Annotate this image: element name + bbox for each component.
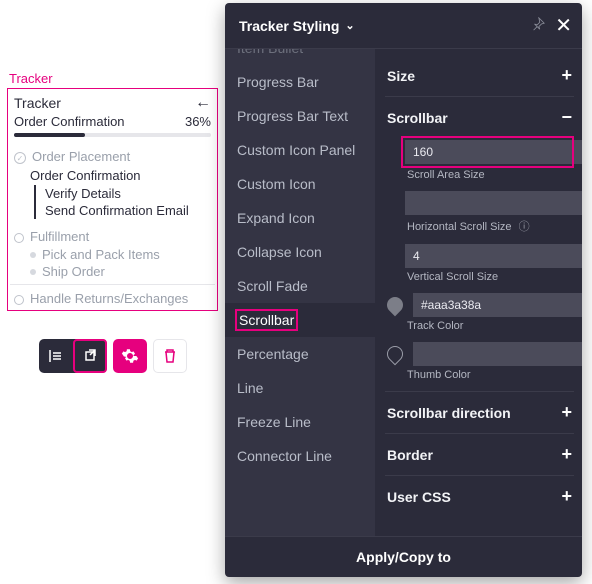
trash-icon [162, 348, 178, 364]
plus-icon: + [561, 65, 572, 86]
group-label: User CSS [387, 489, 451, 505]
cat-expand-icon[interactable]: Expand Icon [225, 201, 375, 235]
substep-verify[interactable]: Verify Details [45, 185, 215, 202]
align-icon [48, 348, 64, 364]
plus-icon: + [561, 444, 572, 465]
cat-scroll-fade[interactable]: Scroll Fade [225, 269, 375, 303]
drop-icon [384, 343, 407, 366]
group-scrollbar-direction[interactable]: Scrollbar direction + [387, 402, 572, 423]
bullet-pick-pack[interactable]: Pick and Pack Items [30, 246, 215, 263]
progress-bar [14, 133, 211, 137]
settings-button[interactable] [113, 339, 147, 373]
group-scrollbar[interactable]: Scrollbar − [387, 107, 572, 128]
group-label: Scrollbar [387, 110, 448, 126]
step-label: Fulfillment [30, 229, 89, 244]
cat-percentage[interactable]: Percentage [225, 337, 375, 371]
cat-freeze-line[interactable]: Freeze Line [225, 405, 375, 439]
drop-icon [384, 294, 407, 317]
styling-panel: Tracker Styling ⌄ ✕ Item Bullet Progress… [225, 3, 582, 577]
step-label: Order Confirmation [30, 168, 141, 183]
thumb-color-label: Thumb Color [407, 369, 572, 381]
edit-button[interactable] [73, 339, 107, 373]
cat-connector-line[interactable]: Connector Line [225, 439, 375, 473]
group-label: Scrollbar direction [387, 405, 511, 421]
step-returns[interactable]: Handle Returns/Exchanges [10, 289, 215, 308]
tracker-toolbar [7, 339, 218, 373]
group-label: Border [387, 447, 433, 463]
step-label: Order Placement [32, 149, 130, 164]
scroll-area-size-input[interactable] [405, 140, 576, 164]
progress-fill [14, 133, 85, 137]
group-user-css[interactable]: User CSS + [387, 486, 572, 507]
step-label: Handle Returns/Exchanges [30, 291, 188, 306]
chevron-down-icon: ⌄ [345, 19, 354, 32]
group-border[interactable]: Border + [387, 444, 572, 465]
back-arrow-icon[interactable]: ← [195, 94, 211, 112]
cat-collapse-icon[interactable]: Collapse Icon [225, 235, 375, 269]
vertical-scroll-label: Vertical Scroll Size [407, 271, 572, 283]
cat-item-bullet[interactable]: Item Bullet [225, 49, 375, 65]
popout-icon [82, 348, 98, 364]
unit-label: px [576, 191, 582, 215]
style-properties: Size + Scrollbar − px Scroll Area Size [375, 49, 582, 536]
tracker-percent: 36% [185, 114, 211, 129]
plus-icon: + [561, 402, 572, 423]
group-label: Size [387, 68, 415, 84]
horizontal-scroll-input[interactable] [405, 191, 576, 215]
minus-icon: − [561, 107, 572, 128]
cat-scrollbar[interactable]: Scrollbar [225, 303, 375, 337]
panel-title-text: Tracker Styling [239, 18, 339, 34]
delete-button[interactable] [153, 339, 187, 373]
unit-label: px [576, 140, 582, 164]
cat-progress-bar[interactable]: Progress Bar [225, 65, 375, 99]
step-order-placement[interactable]: ✓ Order Placement [10, 147, 215, 166]
horizontal-scroll-label: Horizontal Scroll Size ⓘ [407, 218, 572, 234]
vertical-scroll-input[interactable] [405, 244, 576, 268]
dot-icon [14, 233, 24, 243]
cat-custom-icon-panel[interactable]: Custom Icon Panel [225, 133, 375, 167]
dot-icon [14, 295, 24, 305]
track-color-input[interactable] [413, 293, 582, 317]
cat-progress-bar-text[interactable]: Progress Bar Text [225, 99, 375, 133]
tracker-subtitle: Order Confirmation [14, 114, 125, 129]
bullet-ship[interactable]: Ship Order [30, 263, 215, 280]
cat-custom-icon[interactable]: Custom Icon [225, 167, 375, 201]
tracker-preview: Tracker Tracker ← Order Confirmation 36%… [7, 71, 218, 373]
check-icon: ✓ [14, 152, 26, 164]
plus-icon: + [561, 486, 572, 507]
scroll-area-size-label: Scroll Area Size [407, 169, 572, 181]
style-category-list[interactable]: Item Bullet Progress Bar Progress Bar Te… [225, 49, 375, 536]
unit-label: px [576, 244, 582, 268]
step-order-confirmation[interactable]: Order Confirmation [10, 166, 215, 185]
tracker-card: Tracker ← Order Confirmation 36% ✓ Order… [7, 88, 218, 311]
info-icon[interactable]: ⓘ [519, 221, 530, 233]
step-fulfillment[interactable]: Fulfillment [10, 227, 215, 246]
tracker-caption: Tracker [7, 71, 218, 86]
gear-icon [121, 347, 139, 365]
panel-header: Tracker Styling ⌄ ✕ [225, 3, 582, 49]
thumb-color-input[interactable] [413, 342, 582, 366]
align-button[interactable] [39, 339, 73, 373]
apply-copy-button[interactable]: Apply/Copy to [225, 536, 582, 577]
close-icon[interactable]: ✕ [555, 13, 572, 38]
substep-email[interactable]: Send Confirmation Email [45, 202, 215, 219]
track-color-label: Track Color [407, 320, 572, 332]
pin-icon[interactable] [531, 17, 545, 34]
panel-title[interactable]: Tracker Styling ⌄ [239, 18, 355, 34]
group-size[interactable]: Size + [387, 65, 572, 86]
cat-line[interactable]: Line [225, 371, 375, 405]
tracker-title: Tracker [14, 95, 61, 111]
